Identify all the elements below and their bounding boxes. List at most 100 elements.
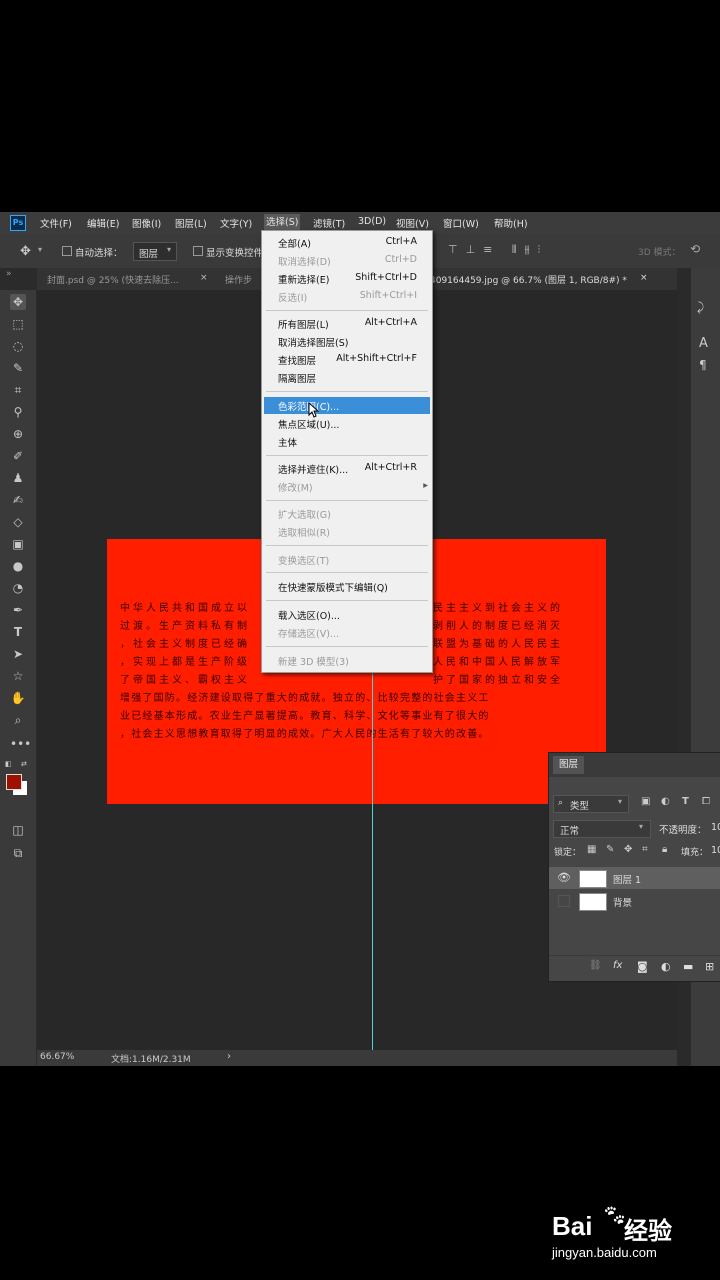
- healing-tool-icon[interactable]: ⊕: [10, 426, 26, 442]
- status-arrow-icon[interactable]: ›: [227, 1051, 231, 1062]
- auto-select-dropdown[interactable]: 图层 ▾: [133, 242, 177, 261]
- brush-tool-icon[interactable]: ✐: [10, 448, 26, 464]
- menu-separator: [266, 455, 428, 456]
- mouse-cursor-icon: [308, 402, 320, 418]
- menu-item-color-range[interactable]: 色彩范围(C)...: [264, 397, 430, 414]
- menu-window[interactable]: 窗口(W): [443, 216, 479, 230]
- quick-mask-icon[interactable]: ◫: [10, 822, 26, 838]
- menu-item-reselect[interactable]: 重新选择(E) Shift+Ctrl+D: [262, 270, 432, 287]
- type-tool-icon[interactable]: T: [10, 624, 26, 640]
- marquee-tool-icon[interactable]: ⬚: [10, 316, 26, 332]
- menu-item-subject[interactable]: 主体: [262, 433, 432, 450]
- menu-item-quick-mask[interactable]: 在快速蒙版模式下编辑(Q): [262, 578, 432, 595]
- menu-file[interactable]: 文件(F): [40, 216, 72, 230]
- layer-name: 背景: [613, 898, 633, 909]
- swap-colors-icon[interactable]: ⇄: [21, 760, 27, 768]
- blend-mode-dropdown[interactable]: 正常 ▾: [553, 820, 651, 838]
- close-icon[interactable]: ×: [200, 273, 208, 283]
- menu-item-all[interactable]: 全部(A) Ctrl+A: [262, 234, 432, 251]
- lock-all-icon[interactable]: 🔒︎: [662, 844, 667, 855]
- close-icon[interactable]: ×: [640, 273, 648, 283]
- menu-image[interactable]: 图像(I): [132, 216, 161, 230]
- character-panel-icon[interactable]: A: [699, 336, 708, 351]
- shape-tool-icon[interactable]: ☆: [10, 668, 26, 684]
- layer-row-layer1[interactable]: 👁︎ 图层 1: [549, 867, 720, 889]
- quick-select-tool-icon[interactable]: ✎: [10, 360, 26, 376]
- visibility-toggle[interactable]: [558, 895, 570, 907]
- menu-view[interactable]: 视图(V): [396, 216, 429, 230]
- blur-tool-icon[interactable]: ●: [10, 558, 26, 574]
- menu-3d[interactable]: 3D(D): [358, 216, 386, 227]
- zoom-tool-icon[interactable]: ⌕: [10, 712, 26, 728]
- folder-icon[interactable]: ▬: [683, 960, 693, 973]
- align-icons[interactable]: ⊤⊥≡ ⫴⫵⫶: [448, 243, 548, 257]
- move-tool-icon[interactable]: ✥: [10, 294, 26, 310]
- more-tools-icon[interactable]: •••: [10, 736, 31, 752]
- path-select-tool-icon[interactable]: ➤: [10, 646, 26, 662]
- crop-tool-icon[interactable]: ⌗: [10, 382, 26, 398]
- screen-mode-icon[interactable]: ⧉: [10, 845, 26, 861]
- gradient-tool-icon[interactable]: ▣: [10, 536, 26, 552]
- filter-pixel-icon[interactable]: ▣: [641, 796, 650, 807]
- link-icon[interactable]: ⛓: [589, 960, 602, 971]
- lock-transparent-icon[interactable]: ▦: [587, 844, 596, 855]
- auto-select-checkbox[interactable]: [62, 246, 72, 256]
- lasso-tool-icon[interactable]: ◌: [10, 338, 26, 354]
- tab-active-jpg[interactable]: 409164459.jpg @ 66.7% (图层 1, RGB/8#) *: [430, 273, 627, 286]
- filter-type-icon[interactable]: T: [682, 796, 689, 807]
- lock-artboard-icon[interactable]: ⌗: [642, 844, 648, 855]
- menu-help[interactable]: 帮助(H): [494, 216, 528, 230]
- eraser-tool-icon[interactable]: ◇: [10, 514, 26, 530]
- filter-shape-icon[interactable]: ⧠: [702, 796, 710, 807]
- eyedropper-tool-icon[interactable]: ⚲: [10, 404, 26, 420]
- layer-row-background[interactable]: 背景: [549, 890, 720, 912]
- lock-image-icon[interactable]: ✎: [606, 844, 614, 855]
- filter-adjustment-icon[interactable]: ◐: [661, 796, 670, 807]
- layers-panel-tab[interactable]: 图层: [553, 756, 585, 774]
- mask-icon[interactable]: ◙: [637, 960, 648, 973]
- paragraph-panel-icon[interactable]: ¶: [699, 358, 707, 372]
- doc-text-line: 增强了国防。经济建设取得了重大的成就。独立的、比较完整的社会主义工: [120, 693, 490, 704]
- tab-cover-psd[interactable]: 封面.psd @ 25% (快速去除压...: [47, 273, 179, 286]
- doc-text-line: 剥削人的制度已经消灭: [433, 621, 563, 632]
- document-info[interactable]: 文档:1.16M/2.31M: [111, 1052, 191, 1065]
- menu-item-focus-area[interactable]: 焦点区域(U)...: [262, 415, 432, 432]
- menu-item-all-layers[interactable]: 所有图层(L) Alt+Ctrl+A: [262, 315, 432, 332]
- fill-value[interactable]: 10: [711, 845, 720, 856]
- menu-item-isolate-layers[interactable]: 隔离图层: [262, 369, 432, 386]
- menu-type[interactable]: 文字(Y): [220, 216, 252, 230]
- pen-tool-icon[interactable]: ✒: [10, 602, 26, 618]
- menu-layer[interactable]: 图层(L): [175, 216, 207, 230]
- menu-edit[interactable]: 编辑(E): [87, 216, 119, 230]
- new-layer-icon[interactable]: ⊞: [705, 960, 714, 973]
- 3d-orbit-icon[interactable]: ⟲: [690, 242, 700, 256]
- lock-position-icon[interactable]: ✥: [624, 844, 632, 855]
- eye-icon[interactable]: 👁︎: [557, 871, 571, 884]
- show-transform-checkbox[interactable]: [193, 246, 203, 256]
- stamp-tool-icon[interactable]: ♟: [10, 470, 26, 486]
- opacity-value[interactable]: 10: [711, 822, 720, 833]
- lock-label: 锁定：: [554, 848, 582, 858]
- history-panel-icon[interactable]: ⤸: [697, 300, 704, 315]
- layer-filter-dropdown[interactable]: ⌕ 类型 ▾: [553, 795, 629, 813]
- foreground-color-swatch[interactable]: [6, 774, 22, 790]
- menu-item-select-and-mask[interactable]: 选择并遮住(K)... Alt+Ctrl+R: [262, 460, 432, 477]
- fx-icon[interactable]: fx: [613, 960, 622, 971]
- menu-filter[interactable]: 滤镜(T): [313, 216, 345, 230]
- tab-steps[interactable]: 操作步: [225, 273, 252, 286]
- layers-footer: ⛓ fx ◙ ◐ ▬ ⊞: [549, 955, 720, 980]
- adjustment-icon[interactable]: ◐: [661, 960, 671, 973]
- toolbar-collapse-icon[interactable]: »: [6, 269, 12, 279]
- menu-item-load-selection[interactable]: 载入选区(O)...: [262, 606, 432, 623]
- doc-text-line: ，社会主义制度已经确: [120, 639, 250, 650]
- hand-tool-icon[interactable]: ✋: [10, 690, 26, 706]
- menu-item-new-3d-model: 新建 3D 模型(3): [278, 657, 349, 668]
- menu-item-deselect-layers[interactable]: 取消选择图层(S): [262, 333, 432, 350]
- zoom-level[interactable]: 66.67%: [40, 1052, 74, 1062]
- move-tool-icon[interactable]: ✥: [20, 244, 31, 259]
- chevron-down-icon[interactable]: ▾: [38, 245, 42, 254]
- dodge-tool-icon[interactable]: ◔: [10, 580, 26, 596]
- menu-item-find-layers[interactable]: 查找图层 Alt+Shift+Ctrl+F: [262, 351, 432, 368]
- default-colors-icon[interactable]: ◧: [5, 760, 12, 768]
- history-brush-tool-icon[interactable]: ✍: [10, 492, 26, 508]
